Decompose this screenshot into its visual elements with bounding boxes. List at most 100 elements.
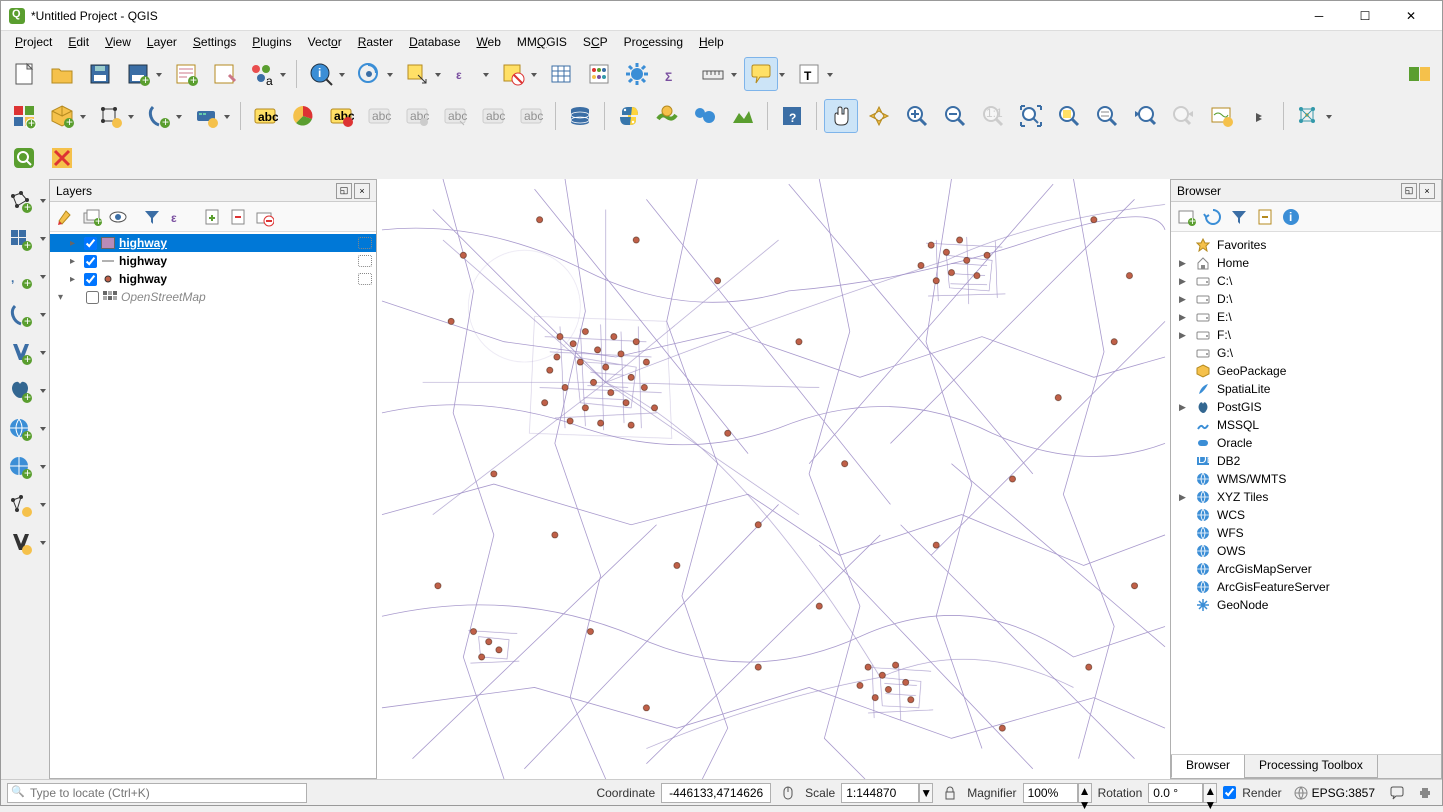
- map-tips-button[interactable]: [744, 57, 778, 91]
- zoom-full-button[interactable]: [1014, 99, 1048, 133]
- browser-close-button[interactable]: ×: [1419, 183, 1435, 199]
- menu-processing[interactable]: Processing: [616, 33, 691, 51]
- add-ows-button[interactable]: [1, 525, 39, 561]
- zoom-to-layer-button[interactable]: [1090, 99, 1124, 133]
- expand-icon[interactable]: ▶: [1179, 492, 1189, 503]
- filter-legend-button[interactable]: [140, 205, 164, 229]
- browser-item-db2[interactable]: DB2DB2: [1171, 452, 1441, 470]
- zoom-to-selection-button[interactable]: [1052, 99, 1086, 133]
- expand-icon[interactable]: ▾: [58, 292, 68, 303]
- menu-view[interactable]: View: [97, 33, 139, 51]
- pan-to-selection-button[interactable]: [862, 99, 896, 133]
- layer-row-highway-poly[interactable]: ▸ highway: [50, 234, 376, 252]
- select-features-button[interactable]: [400, 57, 434, 91]
- remove-layer-button[interactable]: [252, 205, 276, 229]
- browser-item-g[interactable]: G:\: [1171, 344, 1441, 362]
- python-console-button[interactable]: [612, 99, 646, 133]
- browser-item-wmswmts[interactable]: WMS/WMTS: [1171, 470, 1441, 488]
- lock-scale-button[interactable]: [939, 782, 961, 804]
- new-spatialite-button[interactable]: +: [141, 99, 175, 133]
- new-print-layout-button[interactable]: +: [169, 57, 203, 91]
- layer-tree[interactable]: ▸ highway ▸ highway ▸ highway: [50, 232, 376, 778]
- scale-dropdown[interactable]: ▼: [920, 784, 932, 802]
- menu-edit[interactable]: Edit: [60, 33, 97, 51]
- rot-up[interactable]: ▲: [1204, 784, 1216, 798]
- layer-checkbox[interactable]: [84, 273, 97, 286]
- browser-item-favorites[interactable]: Favorites: [1171, 236, 1441, 254]
- expand-icon[interactable]: ▶: [1179, 294, 1189, 305]
- menu-raster[interactable]: Raster: [350, 33, 401, 51]
- new-geopackage-button[interactable]: +: [45, 99, 79, 133]
- scp-roi-button[interactable]: [45, 141, 79, 175]
- tab-browser[interactable]: Browser: [1171, 755, 1245, 778]
- rotation-input-group[interactable]: ▲▼: [1148, 783, 1217, 803]
- metasearch-button[interactable]: [650, 99, 684, 133]
- browser-undock-button[interactable]: ◱: [1401, 183, 1417, 199]
- minimize-button[interactable]: ─: [1296, 1, 1342, 31]
- identify-button[interactable]: i: [304, 57, 338, 91]
- add-group-button[interactable]: +: [80, 205, 104, 229]
- expand-icon[interactable]: ▶: [1179, 258, 1189, 269]
- pan-button[interactable]: [824, 99, 858, 133]
- browser-item-geonode[interactable]: GeoNode: [1171, 596, 1441, 614]
- processing-toolbox-button[interactable]: [620, 57, 654, 91]
- change-label-button[interactable]: abc: [514, 99, 548, 133]
- browser-item-wfs[interactable]: WFS: [1171, 524, 1441, 542]
- browser-item-f[interactable]: ▶F:\: [1171, 326, 1441, 344]
- add-layer-button[interactable]: +: [1175, 205, 1199, 229]
- browser-item-spatialite[interactable]: SpatiaLite: [1171, 380, 1441, 398]
- layout-manager-button[interactable]: [207, 57, 241, 91]
- show-labels-button[interactable]: abc: [400, 99, 434, 133]
- mag-up[interactable]: ▲: [1079, 784, 1091, 798]
- filter-expression-button[interactable]: ε: [166, 205, 190, 229]
- render-checkbox[interactable]: [1223, 786, 1236, 799]
- rotation-input[interactable]: [1148, 783, 1203, 803]
- diagram-button[interactable]: [286, 99, 320, 133]
- locate-input[interactable]: [7, 783, 307, 803]
- new-project-button[interactable]: [7, 57, 41, 91]
- browser-item-d[interactable]: ▶D:\: [1171, 290, 1441, 308]
- select-by-expression-button[interactable]: ε: [448, 57, 482, 91]
- collapse-browser-button[interactable]: [1253, 205, 1277, 229]
- text-annotation-button[interactable]: T: [792, 57, 826, 91]
- browser-item-oracle[interactable]: Oracle: [1171, 434, 1441, 452]
- layer-checkbox[interactable]: [84, 237, 97, 250]
- coordinate-input[interactable]: [661, 783, 771, 803]
- save-project-button[interactable]: [83, 57, 117, 91]
- save-as-button[interactable]: +: [121, 57, 155, 91]
- measure-button[interactable]: [696, 57, 730, 91]
- plugin-button[interactable]: [1414, 782, 1436, 804]
- scale-input[interactable]: [841, 783, 919, 803]
- statistical-summary-button[interactable]: Σ: [658, 57, 692, 91]
- layers-undock-button[interactable]: ◱: [336, 183, 352, 199]
- zoom-last-button[interactable]: [1128, 99, 1162, 133]
- filter-browser-button[interactable]: [1227, 205, 1251, 229]
- expand-icon[interactable]: ▶: [1179, 330, 1189, 341]
- zoom-out-button[interactable]: [938, 99, 972, 133]
- expand-icon[interactable]: ▶: [1179, 276, 1189, 287]
- menu-project[interactable]: Project: [7, 33, 60, 51]
- browser-item-arcgisfeatureserver[interactable]: ArcGisFeatureServer: [1171, 578, 1441, 596]
- layers-close-button[interactable]: ×: [354, 183, 370, 199]
- new-virtual-layer-button[interactable]: [189, 99, 223, 133]
- map-canvas[interactable]: [377, 179, 1170, 779]
- new-map-view-button[interactable]: [1204, 99, 1238, 133]
- edit-tools-button[interactable]: [1291, 99, 1325, 133]
- layer-labeling-button[interactable]: abc: [248, 99, 282, 133]
- expand-icon[interactable]: ▶: [1179, 312, 1189, 323]
- visibility-button[interactable]: [106, 205, 130, 229]
- locate-box[interactable]: [7, 783, 307, 803]
- add-wcs-button[interactable]: +: [1, 449, 39, 485]
- browser-item-arcgismapserver[interactable]: ArcGisMapServer: [1171, 560, 1441, 578]
- menu-layer[interactable]: Layer: [139, 33, 185, 51]
- browser-item-wcs[interactable]: WCS: [1171, 506, 1441, 524]
- add-virtual-button[interactable]: +: [1, 335, 39, 371]
- zoom-next-button[interactable]: [1166, 99, 1200, 133]
- mag-down[interactable]: ▼: [1079, 798, 1091, 812]
- scp-dock-button[interactable]: [1402, 57, 1436, 91]
- magnifier-input-group[interactable]: ▲▼: [1023, 783, 1092, 803]
- move-label-button[interactable]: abc: [438, 99, 472, 133]
- rot-down[interactable]: ▼: [1204, 798, 1216, 812]
- collapse-all-button[interactable]: [226, 205, 250, 229]
- add-spatialite-button[interactable]: +: [1, 297, 39, 333]
